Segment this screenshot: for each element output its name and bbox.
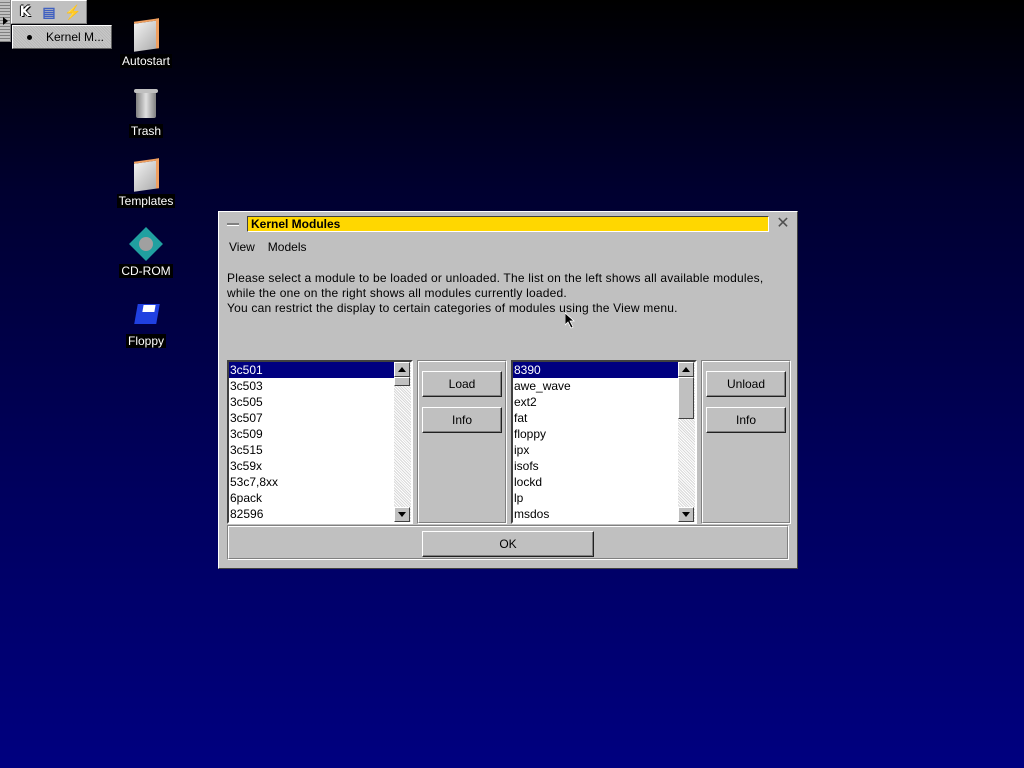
list-item[interactable]: 3c501 <box>229 362 394 378</box>
desktop-icon-trash[interactable]: Trash <box>106 88 186 138</box>
description-text: Please select a module to be loaded or u… <box>227 271 764 315</box>
cdrom-icon <box>129 227 163 261</box>
ok-button[interactable]: OK <box>422 531 594 557</box>
available-modules-list[interactable]: 3c501 3c503 3c505 3c507 3c509 3c515 3c59x 53c7,… <box>227 360 413 524</box>
trash-icon <box>130 88 162 120</box>
list-item[interactable]: 3c505 <box>229 394 394 410</box>
scroll-thumb[interactable] <box>394 377 410 386</box>
desktop-icon-label: Autostart <box>119 54 173 68</box>
unload-button[interactable]: Unload <box>706 371 786 397</box>
list-item[interactable]: ext2 <box>513 394 678 410</box>
menu-models[interactable]: Models <box>266 240 309 254</box>
taskbar-button-label: Kernel M... <box>46 30 105 44</box>
window-title: Kernel Modules <box>247 216 769 232</box>
file-manager-icon[interactable]: ▤ <box>39 2 59 22</box>
list-item[interactable]: 3c503 <box>229 378 394 394</box>
desktop-icon-autostart[interactable]: Autostart <box>106 18 186 68</box>
list-item[interactable]: lockd <box>513 474 678 490</box>
list-item[interactable]: 3c59x <box>229 458 394 474</box>
list-item[interactable]: 6pack <box>229 490 394 506</box>
info-available-button[interactable]: Info <box>422 407 502 433</box>
list-item[interactable]: isofs <box>513 458 678 474</box>
loaded-modules-items: 8390 awe_wave ext2 fat floppy ipx isofs lockd lp… <box>513 362 678 522</box>
list-item[interactable]: 82596 <box>229 506 394 522</box>
load-button-group: Load Info <box>417 360 507 524</box>
desktop-icon-label: Floppy <box>125 334 167 348</box>
loaded-modules-list[interactable]: 8390 awe_wave ext2 fat floppy ipx isofs lockd lp… <box>511 360 697 524</box>
desktop-icon-cdrom[interactable]: CD-ROM <box>106 227 186 278</box>
arrow-up-icon <box>682 367 690 372</box>
close-icon[interactable]: ✕ <box>775 215 791 231</box>
list-item[interactable]: 8390 <box>513 362 678 378</box>
list-item[interactable]: floppy <box>513 426 678 442</box>
button-bar: OK <box>227 525 789 560</box>
arrow-right-icon <box>3 17 8 25</box>
arrow-up-icon <box>398 367 406 372</box>
desktop-icon-templates[interactable]: Templates <box>106 158 186 208</box>
available-modules-scrollbar[interactable] <box>394 362 411 522</box>
list-item[interactable]: 3c507 <box>229 410 394 426</box>
scroll-thumb[interactable] <box>678 377 694 419</box>
desktop-icon-label: CD-ROM <box>119 264 173 278</box>
floppy-icon <box>130 298 162 330</box>
available-modules-items: 3c501 3c503 3c505 3c507 3c509 3c515 3c59x 53c7,… <box>229 362 394 522</box>
desktop-icon-label: Templates <box>116 194 176 208</box>
mouse-cursor-icon <box>565 313 576 329</box>
load-button[interactable]: Load <box>422 371 502 397</box>
scroll-up-button[interactable] <box>678 362 694 377</box>
list-item[interactable]: fat <box>513 410 678 426</box>
scroll-down-button[interactable] <box>678 507 694 522</box>
list-item[interactable]: msdos <box>513 506 678 522</box>
scroll-up-button[interactable] <box>394 362 410 377</box>
folder-icon <box>130 158 162 192</box>
list-item[interactable]: 53c7,8xx <box>229 474 394 490</box>
panel-hide-handle[interactable] <box>0 0 11 42</box>
minimize-icon[interactable] <box>227 223 239 226</box>
menu-bar: View Models <box>227 240 308 254</box>
unload-button-group: Unload Info <box>701 360 791 524</box>
panel-launcher-bar: K ▤ ⚡ <box>11 0 87 24</box>
loaded-modules-scrollbar[interactable] <box>678 362 695 522</box>
settings-icon[interactable]: ⚡ <box>63 2 83 22</box>
window-dot-icon <box>27 34 32 40</box>
list-item[interactable]: 3c515 <box>229 442 394 458</box>
list-item[interactable]: awe_wave <box>513 378 678 394</box>
arrow-down-icon <box>682 512 690 517</box>
desktop-icon-floppy[interactable]: Floppy <box>106 298 186 348</box>
arrow-down-icon <box>398 512 406 517</box>
info-loaded-button[interactable]: Info <box>706 407 786 433</box>
kernel-modules-window: Kernel Modules ✕ View Models Please sele… <box>218 211 798 569</box>
list-item[interactable]: lp <box>513 490 678 506</box>
menu-view[interactable]: View <box>227 240 257 254</box>
taskbar-button-kernel-modules[interactable]: Kernel M... <box>12 25 112 49</box>
list-item[interactable]: 3c509 <box>229 426 394 442</box>
desktop-icon-label: Trash <box>128 124 164 138</box>
folder-icon <box>130 18 162 52</box>
scroll-down-button[interactable] <box>394 507 410 522</box>
kde-menu-icon[interactable]: K <box>15 2 35 22</box>
title-bar[interactable]: Kernel Modules ✕ <box>223 215 793 233</box>
list-item[interactable]: ipx <box>513 442 678 458</box>
